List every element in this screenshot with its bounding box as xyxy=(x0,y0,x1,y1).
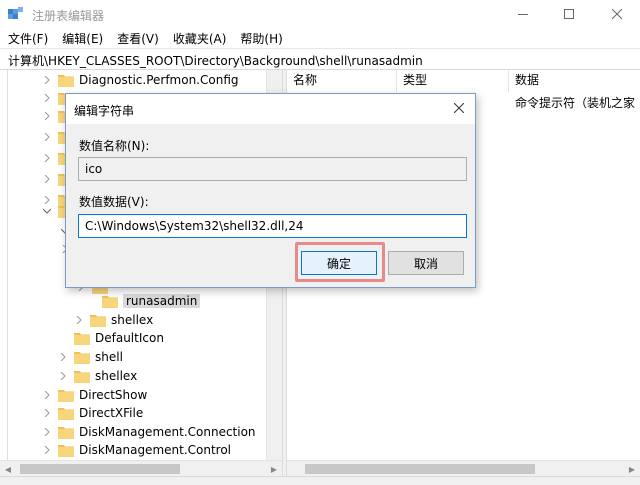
folder-icon xyxy=(58,389,74,402)
tree-item-label: runasadmin xyxy=(123,294,201,308)
tree-item[interactable]: Diagnostic.Perfmon.Config xyxy=(42,71,239,89)
chevron-right-icon[interactable] xyxy=(58,371,68,381)
tree-left-edge xyxy=(0,70,8,460)
column-header-name[interactable]: 名称 xyxy=(287,70,397,92)
tree-item[interactable]: DefaultIcon xyxy=(58,329,164,347)
minimize-button[interactable] xyxy=(500,0,546,28)
tree-item-label: Diagnostic.Perfmon.Config xyxy=(79,73,239,87)
tree-item[interactable]: DirectShow xyxy=(42,386,147,404)
chevron-right-icon[interactable] xyxy=(58,352,68,362)
status-bar xyxy=(0,476,640,485)
tree-item[interactable]: shellex xyxy=(58,367,137,385)
tree-item[interactable]: DiskManagement.Connection xyxy=(42,423,256,441)
list-horizontal-scrollbar[interactable]: ▶ xyxy=(287,460,640,476)
maximize-icon xyxy=(563,8,575,20)
registry-app-icon xyxy=(8,7,24,21)
folder-icon xyxy=(58,74,74,87)
scroll-right-icon[interactable]: ▶ xyxy=(624,461,640,477)
close-icon xyxy=(453,102,465,116)
folder-icon xyxy=(58,444,74,457)
tree-item-label: DirectShow xyxy=(79,388,148,402)
close-icon xyxy=(611,8,623,20)
dialog-close-button[interactable] xyxy=(449,99,469,119)
folder-icon xyxy=(58,407,74,420)
chevron-right-icon[interactable] xyxy=(42,93,52,103)
ok-button-highlight xyxy=(295,242,385,282)
registry-editor-window: 注册表编辑器 文件(F) 编辑(E) 查看(V) 收藏夹(A) 帮助(H) 计算… xyxy=(0,0,640,485)
value-name-label: 数值名称(N): xyxy=(79,139,150,153)
tree-item[interactable]: shellex xyxy=(74,311,153,329)
tree-horizontal-scrollbar[interactable]: ◀ ▶ xyxy=(0,460,282,476)
menu-file[interactable]: 文件(F) xyxy=(8,30,48,47)
scroll-left-icon[interactable]: ◀ xyxy=(0,461,16,477)
dialog-title: 编辑字符串 xyxy=(74,104,135,118)
chevron-right-icon[interactable] xyxy=(42,174,52,184)
tree-item-label: DiskManagement.Connection xyxy=(79,425,256,439)
value-data-label: 数值数据(V): xyxy=(79,195,149,209)
tree-item-label: shell xyxy=(95,350,123,364)
chevron-right-icon[interactable] xyxy=(42,153,52,163)
tree-item-label: shellex xyxy=(95,369,138,383)
edit-string-dialog: 编辑字符串 数值名称(N): 数值数据(V): 确定 取消 xyxy=(65,93,476,288)
tree-item-label: DiskManagement.Control xyxy=(79,443,232,457)
folder-icon xyxy=(74,332,90,345)
dialog-title-bar: 编辑字符串 xyxy=(66,94,475,124)
menu-help[interactable]: 帮助(H) xyxy=(240,30,282,47)
folder-icon xyxy=(58,426,74,439)
chevron-right-icon[interactable] xyxy=(42,111,52,121)
list-scroll-thumb[interactable] xyxy=(305,464,535,474)
value-name-field[interactable] xyxy=(78,157,467,181)
tree-item[interactable]: DirectXFile xyxy=(42,404,143,422)
chevron-right-icon[interactable] xyxy=(42,75,52,85)
chevron-down-icon[interactable] xyxy=(42,206,52,216)
scroll-right-icon[interactable]: ▶ xyxy=(266,461,282,477)
folder-icon xyxy=(74,370,90,383)
folder-icon xyxy=(102,295,118,308)
menu-bar: 文件(F) 编辑(E) 查看(V) 收藏夹(A) 帮助(H) xyxy=(0,28,640,48)
tree-item[interactable]: DiskManagement.Control xyxy=(42,441,231,459)
column-header-data[interactable]: 数据 xyxy=(509,70,640,92)
column-header-type[interactable]: 类型 xyxy=(397,70,509,92)
close-button[interactable] xyxy=(594,0,640,28)
menu-favorites[interactable]: 收藏夹(A) xyxy=(173,30,227,47)
list-cell-data[interactable]: 命令提示符（装机之家 xyxy=(515,94,635,111)
chevron-right-icon[interactable] xyxy=(74,315,84,325)
folder-icon xyxy=(90,314,106,327)
maximize-button[interactable] xyxy=(546,0,592,28)
value-data-field[interactable] xyxy=(78,214,467,238)
tree-item-label: DefaultIcon xyxy=(95,331,164,345)
tree-item-label: shellex xyxy=(111,313,154,327)
tree-item-runasadmin[interactable]: runasadmin xyxy=(86,292,201,310)
menu-edit[interactable]: 编辑(E) xyxy=(62,30,103,47)
chevron-right-icon[interactable] xyxy=(42,408,52,418)
chevron-right-icon[interactable] xyxy=(42,445,52,455)
menu-view[interactable]: 查看(V) xyxy=(117,30,159,47)
chevron-right-icon[interactable] xyxy=(42,132,52,142)
folder-icon xyxy=(74,351,90,364)
tree-item[interactable]: shell xyxy=(58,348,123,366)
address-bar[interactable]: 计算机\HKEY_CLASSES_ROOT\Directory\Backgrou… xyxy=(0,48,640,70)
cancel-button[interactable]: 取消 xyxy=(388,251,464,275)
tree-scroll-thumb[interactable] xyxy=(20,464,180,474)
window-title: 注册表编辑器 xyxy=(32,9,105,23)
minimize-icon xyxy=(517,9,529,20)
chevron-right-icon[interactable] xyxy=(42,390,52,400)
chevron-right-icon[interactable] xyxy=(42,427,52,437)
tree-item-label: DirectXFile xyxy=(79,406,144,420)
title-bar: 注册表编辑器 xyxy=(0,0,640,28)
